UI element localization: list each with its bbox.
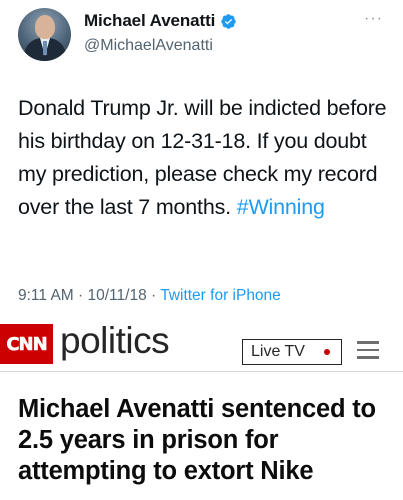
section-title[interactable]: politics (60, 320, 170, 362)
more-horizontal-icon[interactable]: ··· (364, 10, 383, 28)
avatar[interactable] (18, 8, 71, 61)
live-tv-button[interactable]: Live TV (242, 339, 342, 365)
article-headline[interactable]: Michael Avenatti sentenced to 2.5 years … (18, 394, 393, 487)
cnn-logo[interactable]: CNN (0, 324, 53, 364)
cnn-logo-text: CNN (6, 333, 48, 355)
hashtag-link[interactable]: #Winning (237, 195, 325, 219)
meta-separator: · (146, 287, 161, 304)
avatar-tie (43, 41, 47, 55)
tweet-source-link[interactable]: Twitter for iPhone (160, 287, 281, 304)
tweet-card: Michael Avenatti @MichaelAvenatti ··· Do… (0, 0, 403, 312)
meta-separator: · (73, 287, 88, 304)
verified-badge-icon (221, 13, 237, 29)
tweet-time[interactable]: 9:11 AM (18, 287, 74, 304)
live-indicator-dot (324, 349, 330, 355)
tweet-text: Donald Trump Jr. will be indicted before… (18, 92, 388, 224)
author-display-name[interactable]: Michael Avenatti (84, 11, 215, 31)
author-name-row[interactable]: Michael Avenatti (84, 11, 237, 31)
author-handle[interactable]: @MichaelAvenatti (84, 37, 213, 55)
avatar-head (35, 15, 55, 39)
tweet-body-text: Donald Trump Jr. will be indicted before… (18, 96, 387, 219)
live-tv-label: Live TV (251, 343, 305, 360)
tweet-metadata: 9:11 AM · 10/11/18 · Twitter for iPhone (18, 287, 281, 305)
tweet-date[interactable]: 10/11/18 (88, 287, 147, 304)
cnn-header: CNN politics Live TV (0, 312, 403, 372)
hamburger-menu-icon[interactable] (357, 341, 379, 363)
